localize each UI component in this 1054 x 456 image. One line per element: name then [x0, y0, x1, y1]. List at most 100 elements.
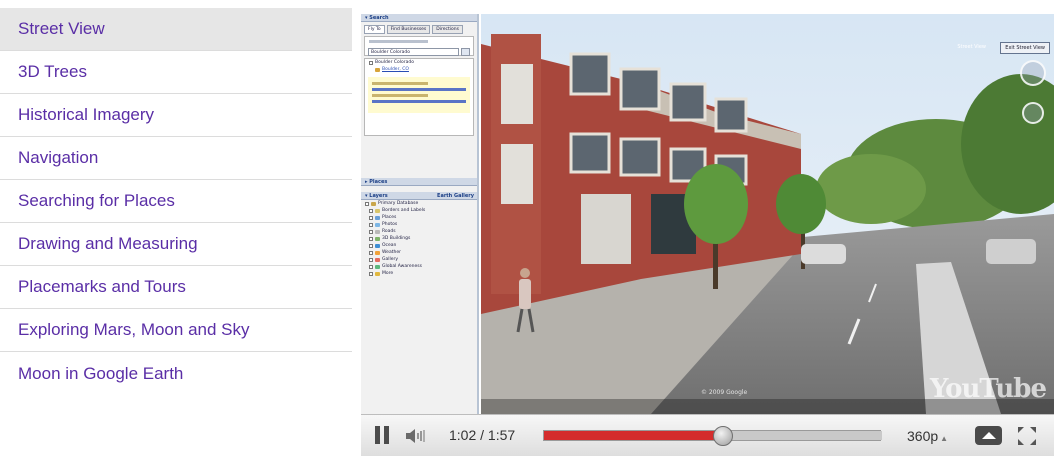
earth-result-item: Boulder, CO [365, 66, 473, 73]
earth-layer-item: Photos [361, 221, 477, 228]
earth-layer-item: Ocean [361, 242, 477, 249]
page: Street View 3D Trees Historical Imagery … [0, 0, 1054, 456]
chevron-up-icon: ▲ [940, 434, 949, 443]
nav-item-drawing-and-measuring[interactable]: Drawing and Measuring [0, 223, 352, 266]
pedestrian-head [520, 268, 530, 278]
nav-item-navigation[interactable]: Navigation [0, 137, 352, 180]
nav-item-historical-imagery[interactable]: Historical Imagery [0, 94, 352, 137]
earth-results-panel: Boulder Colorado Boulder, CO [364, 58, 474, 136]
youtube-watermark: YouTube [929, 374, 1047, 404]
pause-icon [384, 426, 389, 444]
layer-icon [371, 201, 376, 206]
earth-layer-item: Borders and Labels [361, 207, 477, 214]
earth-fly-to-panel: Boulder Colorado [364, 36, 474, 56]
earth-sidebar-spacer [361, 138, 477, 178]
layer-label: Roads [382, 229, 396, 234]
layer-label: Places [382, 215, 397, 220]
layer-icon [375, 271, 380, 276]
checkbox-icon [365, 201, 369, 206]
layer-label: Borders and Labels [382, 208, 426, 213]
layer-label: Weather [382, 250, 401, 255]
earth-layer-item: Primary Database [361, 200, 477, 207]
earth-search-icon [461, 48, 470, 56]
earth-layers-header: ▾ Layers Earth Gallery [361, 192, 477, 200]
stair-window [501, 144, 533, 204]
layer-label: Gallery [382, 257, 399, 262]
ad-line [372, 88, 466, 91]
earth-places-header: ▸ Places [361, 178, 477, 186]
earth-search-field: Boulder Colorado [368, 48, 459, 56]
layer-icon [375, 264, 380, 269]
layer-icon [375, 236, 380, 241]
earth-layer-item: 3D Buildings [361, 235, 477, 242]
checkbox-icon [369, 250, 373, 255]
earth-layer-item: Weather [361, 249, 477, 256]
nav-item-exploring-mars-moon-sky[interactable]: Exploring Mars, Moon and Sky [0, 309, 352, 352]
parked-car [986, 239, 1036, 264]
checkbox-icon [369, 257, 373, 262]
nav-item-searching-for-places[interactable]: Searching for Places [0, 180, 352, 223]
earth-tab-directions: Directions [432, 25, 463, 34]
pedestrian [519, 279, 531, 309]
exit-street-view-button: Exit Street View [1000, 42, 1050, 54]
layer-icon [375, 257, 380, 262]
street-tree [776, 174, 826, 234]
checkbox-icon [369, 271, 373, 276]
earth-result-link: Boulder, CO [382, 67, 409, 72]
topic-nav: Street View 3D Trees Historical Imagery … [0, 8, 352, 395]
played-bar [544, 431, 724, 440]
earth-layer-item: Gallery [361, 256, 477, 263]
earth-search-header: ▾ Search [361, 14, 477, 22]
earth-layer-item: Global Awareness [361, 263, 477, 270]
checkbox-icon [369, 264, 373, 269]
time-display: 1:02 / 1:57 [449, 427, 516, 443]
parked-car [801, 244, 846, 264]
video-player[interactable]: ▾ Search Fly To Find Businesses Directio… [361, 14, 1054, 456]
pause-button[interactable] [373, 426, 391, 446]
earth-search-row: Boulder Colorado [365, 46, 473, 58]
earth-layer-item: Places [361, 214, 477, 221]
nav-item-placemarks-and-tours[interactable]: Placemarks and Tours [0, 266, 352, 309]
move-joystick-icon [1022, 102, 1044, 124]
earth-result-title: Boulder Colorado [375, 60, 414, 65]
street-view-label: Street View [957, 44, 986, 50]
earth-hint-text [369, 40, 429, 43]
layer-icon [375, 250, 380, 255]
earth-search-tabs: Fly To Find Businesses Directions [361, 22, 477, 34]
layer-icon [375, 208, 380, 213]
video-frame[interactable]: ▾ Search Fly To Find Businesses Directio… [361, 14, 1054, 414]
stair-window [501, 64, 533, 124]
nav-item-3d-trees[interactable]: 3D Trees [0, 51, 352, 94]
checkbox-icon [369, 60, 373, 65]
checkbox-icon [369, 236, 373, 241]
volume-icon[interactable] [405, 428, 427, 444]
earth-gallery-link: Earth Gallery [437, 193, 474, 199]
earth-ads-box [368, 77, 470, 113]
placemark-icon [375, 67, 380, 72]
layer-label: 3D Buildings [382, 236, 411, 241]
layer-label: Global Awareness [382, 264, 422, 269]
tree-canopy [816, 154, 926, 224]
scrubber-handle[interactable] [713, 426, 734, 446]
nav-item-street-view[interactable]: Street View [0, 8, 352, 51]
earth-tab-find-businesses: Find Businesses [386, 25, 431, 34]
popout-button[interactable] [975, 426, 1002, 445]
layer-label: Photos [382, 222, 398, 227]
progress-bar[interactable] [543, 426, 882, 446]
copyright-text: © 2009 Google [701, 389, 748, 396]
earth-layer-list: Primary Database Borders and Labels Places… [361, 200, 477, 277]
fullscreen-button[interactable] [1017, 426, 1037, 446]
quality-selector[interactable]: 360p ▲ [907, 428, 948, 444]
layer-icon [375, 229, 380, 234]
fullscreen-icon [1018, 427, 1036, 445]
ad-line [372, 94, 429, 97]
layer-label: Primary Database [378, 201, 419, 206]
layer-label: More [382, 271, 394, 276]
look-compass-icon [1020, 60, 1046, 86]
checkbox-icon [369, 215, 373, 220]
nav-item-moon-in-google-earth[interactable]: Moon in Google Earth [0, 352, 352, 395]
checkbox-icon [369, 222, 373, 227]
earth-layer-item: More [361, 270, 477, 277]
street-view-scene [481, 14, 1054, 414]
ad-line [372, 100, 466, 103]
